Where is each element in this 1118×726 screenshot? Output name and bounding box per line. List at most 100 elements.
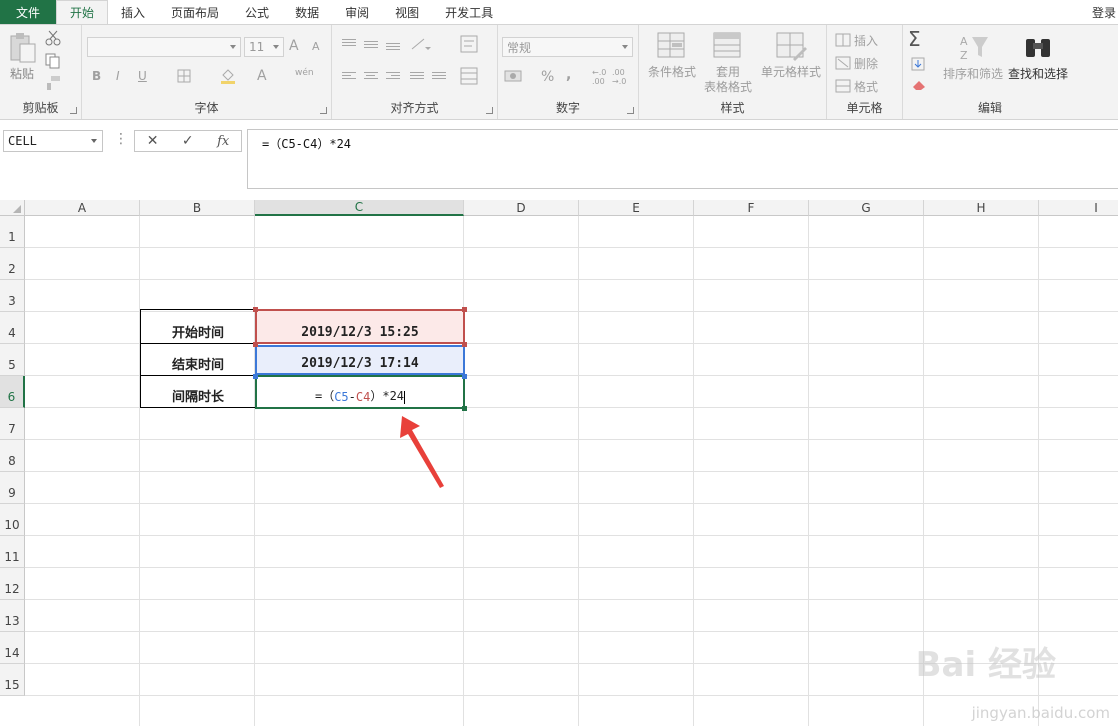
increase-indent-icon[interactable] [432,70,446,81]
formula-input[interactable]: =（C5-C4）*24 [247,129,1118,189]
tab-formulas[interactable]: 公式 [232,0,282,24]
clear-icon[interactable] [911,79,927,91]
row-header-9[interactable]: 9 [0,472,25,504]
tab-file[interactable]: 文件 [0,0,56,24]
range-handle[interactable] [462,406,467,411]
row-header-7[interactable]: 7 [0,408,25,440]
number-launcher-icon[interactable] [627,107,634,114]
row-header-6[interactable]: 6 [0,376,25,408]
row-header-8[interactable]: 8 [0,440,25,472]
range-handle[interactable] [462,307,467,312]
grow-font-icon[interactable]: A [289,38,299,54]
cell-b4[interactable]: 开始时间 [140,309,255,344]
row-header-1[interactable]: 1 [0,216,25,248]
login-link[interactable]: 登录 [1092,0,1118,24]
row-header-4[interactable]: 4 [0,312,25,344]
fill-color-icon[interactable] [220,68,236,84]
row-header-11[interactable]: 11 [0,536,25,568]
column-header-f[interactable]: F [694,200,809,216]
comma-button[interactable]: , [566,67,571,83]
column-header-e[interactable]: E [579,200,694,216]
row-header-10[interactable]: 10 [0,504,25,536]
column-header-c[interactable]: C [255,200,464,216]
column-header-h[interactable]: H [924,200,1039,216]
row-header-3[interactable]: 3 [0,280,25,312]
column-header-d[interactable]: D [464,200,579,216]
insert-cells-icon[interactable] [835,33,851,47]
range-handle[interactable] [253,374,258,379]
insert-cells-button[interactable]: 插入 [854,32,878,49]
format-painter-icon[interactable] [45,75,61,91]
percent-button[interactable]: % [541,69,554,85]
tab-review[interactable]: 审阅 [332,0,382,24]
align-center-icon[interactable] [364,70,378,81]
align-top-icon[interactable] [342,37,356,48]
enter-icon[interactable]: ✓ [182,133,194,149]
fill-icon[interactable] [911,57,925,71]
underline-button[interactable]: U [138,69,147,83]
range-handle[interactable] [462,374,467,379]
column-header-i[interactable]: I [1039,200,1118,216]
range-handle[interactable] [253,342,258,347]
column-header-g[interactable]: G [809,200,924,216]
tab-view[interactable]: 视图 [382,0,432,24]
paste-label[interactable]: 粘贴 [10,65,34,82]
autosum-icon[interactable]: Σ [908,27,921,51]
name-box[interactable]: CELL [3,130,103,152]
cancel-icon[interactable]: ✕ [147,133,159,149]
cut-icon[interactable] [45,30,61,46]
conditional-formatting-button[interactable]: 条件格式 [643,31,701,80]
wrap-text-icon[interactable] [460,35,478,53]
orientation-icon[interactable] [410,37,432,51]
font-size-select[interactable]: 11 [244,37,284,57]
format-cells-button[interactable]: 格式 [854,78,878,95]
cell-b6[interactable]: 间隔时长 [140,376,255,408]
cell-c6-editor[interactable]: =（ C5- C4 ）*24 [255,375,465,409]
formula-bar-splitter-icon[interactable]: ⋮ [114,131,128,147]
bold-button[interactable]: B [92,69,101,83]
paste-icon[interactable] [8,32,38,64]
clipboard-launcher-icon[interactable] [70,107,77,114]
font-color-button[interactable]: A [257,68,267,84]
phonetic-icon[interactable]: wén [295,68,314,78]
insert-function-icon[interactable]: fx [217,134,229,149]
sort-filter-icon[interactable]: AZ [958,33,990,61]
align-right-icon[interactable] [386,70,400,81]
cell-styles-button[interactable]: 单元格样式 [759,31,823,80]
tab-data[interactable]: 数据 [282,0,332,24]
shrink-font-icon[interactable]: A [312,40,320,53]
sort-filter-button[interactable]: 排序和筛选 [943,65,1003,82]
tab-developer[interactable]: 开发工具 [432,0,506,24]
border-icon[interactable] [177,69,191,83]
tab-home[interactable]: 开始 [56,0,109,24]
column-header-a[interactable]: A [25,200,140,216]
find-select-button[interactable]: 查找和选择 [1008,65,1068,82]
tab-insert[interactable]: 插入 [108,0,158,24]
row-header-13[interactable]: 13 [0,600,25,632]
decrease-indent-icon[interactable] [410,70,424,81]
accounting-format-icon[interactable] [504,69,522,83]
column-header-b[interactable]: B [140,200,255,216]
cell-b5[interactable]: 结束时间 [140,344,255,376]
format-as-table-button[interactable]: 套用 表格格式 [699,31,757,95]
copy-icon[interactable] [45,53,61,69]
merge-center-icon[interactable] [460,67,478,85]
find-select-icon[interactable] [1023,33,1053,61]
font-launcher-icon[interactable] [320,107,327,114]
delete-cells-button[interactable]: 删除 [854,55,878,72]
cell-c5[interactable]: 2019/12/3 17:14 [255,345,465,375]
row-header-2[interactable]: 2 [0,248,25,280]
decrease-decimal-button[interactable]: .00 →.0 [612,68,630,86]
increase-decimal-button[interactable]: ←.0 .00 [592,68,610,86]
select-all-icon[interactable] [0,200,25,216]
row-header-14[interactable]: 14 [0,632,25,664]
row-header-15[interactable]: 15 [0,664,25,696]
number-format-select[interactable]: 常规 [502,37,633,57]
align-left-icon[interactable] [342,70,356,81]
delete-cells-icon[interactable] [835,56,851,70]
tab-page-layout[interactable]: 页面布局 [158,0,232,24]
font-name-select[interactable] [87,37,241,57]
align-bottom-icon[interactable] [386,41,400,52]
range-handle[interactable] [462,342,467,347]
format-cells-icon[interactable] [835,79,851,93]
